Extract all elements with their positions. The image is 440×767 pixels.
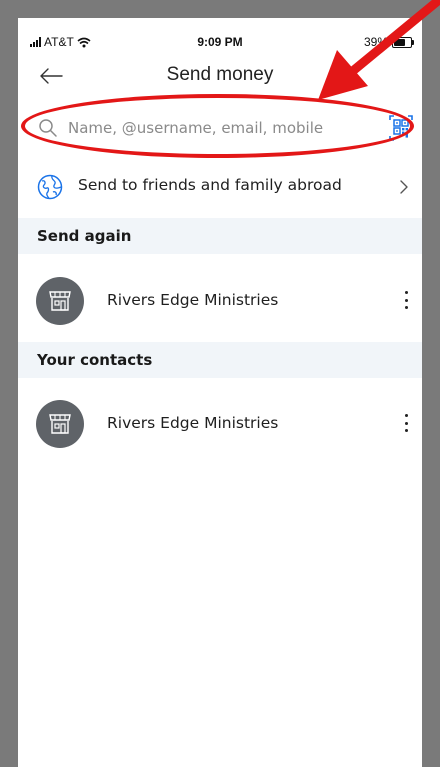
- section-send-again: Send again: [18, 218, 422, 254]
- section-heading: Send again: [37, 227, 132, 245]
- page-title: Send money: [166, 64, 274, 85]
- avatar: [36, 400, 84, 448]
- contact-name: Rivers Edge Ministries: [107, 414, 279, 432]
- search-input[interactable]: [68, 114, 368, 142]
- battery-percent: 39%: [363, 35, 388, 49]
- battery-icon: [392, 36, 414, 48]
- avatar: [36, 277, 84, 325]
- search-bar: [18, 108, 422, 148]
- globe-icon: [37, 174, 63, 200]
- battery-info: 39%: [363, 35, 414, 49]
- more-options-icon[interactable]: [402, 412, 410, 434]
- section-heading: Your contacts: [37, 351, 153, 369]
- more-options-icon[interactable]: [402, 289, 410, 311]
- section-your-contacts: Your contacts: [18, 342, 422, 378]
- send-abroad-label: Send to friends and family abroad: [78, 176, 342, 194]
- list-item[interactable]: Rivers Edge Ministries: [18, 394, 422, 454]
- contact-name: Rivers Edge Ministries: [107, 291, 279, 309]
- qr-code-icon[interactable]: [389, 114, 413, 142]
- storefront-icon: [49, 414, 71, 434]
- storefront-icon: [49, 291, 71, 311]
- search-icon: [39, 119, 57, 137]
- chevron-right-icon: [400, 180, 408, 194]
- list-item[interactable]: Rivers Edge Ministries: [18, 271, 422, 331]
- clock: 9:09 PM: [197, 35, 243, 49]
- header: Send money: [18, 58, 422, 94]
- status-bar: AT&T 9:09 PM 39%: [18, 18, 422, 58]
- phone-screen: AT&T 9:09 PM 39% Send money Name, @usern…: [18, 18, 422, 767]
- send-abroad-row[interactable]: Send to friends and family abroad: [18, 168, 422, 206]
